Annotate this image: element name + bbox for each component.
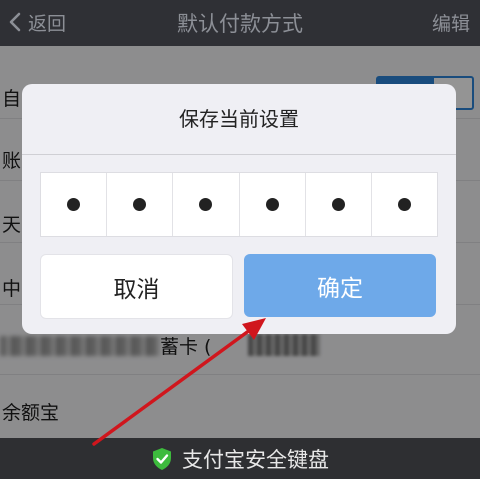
pin-dot: [397, 198, 411, 211]
pin-cell: [172, 173, 238, 236]
confirm-button[interactable]: 确定: [244, 254, 436, 317]
screen: 返回 默认付款方式 编辑 自 账 天 中 蓄卡 ( 余额宝 保存当前设置 取消 …: [0, 0, 480, 479]
edit-button[interactable]: 编辑: [432, 9, 470, 36]
pin-cell: [106, 173, 172, 236]
pin-dot: [199, 198, 213, 211]
page-title: 默认付款方式: [177, 12, 303, 36]
pin-dot: [265, 198, 279, 211]
pin-cell: [238, 173, 305, 236]
divider: [22, 154, 456, 155]
password-input[interactable]: [40, 172, 438, 237]
pin-dot: [133, 198, 147, 211]
cancel-button[interactable]: 取消: [40, 254, 233, 319]
pin-cell: [370, 173, 437, 236]
secure-keyboard-bar: 支付宝安全键盘: [0, 438, 480, 479]
pin-dot: [67, 198, 81, 211]
pin-cell: [41, 173, 106, 236]
password-dialog: 保存当前设置 取消 确定: [22, 84, 456, 334]
top-nav-bar: 返回 默认付款方式 编辑: [0, 0, 480, 46]
keyboard-bar-label: 支付宝安全键盘: [182, 447, 329, 472]
shield-check-icon: [153, 447, 171, 470]
pin-cell: [304, 173, 371, 236]
dialog-title: 保存当前设置: [179, 107, 299, 131]
pin-dot: [331, 198, 345, 211]
